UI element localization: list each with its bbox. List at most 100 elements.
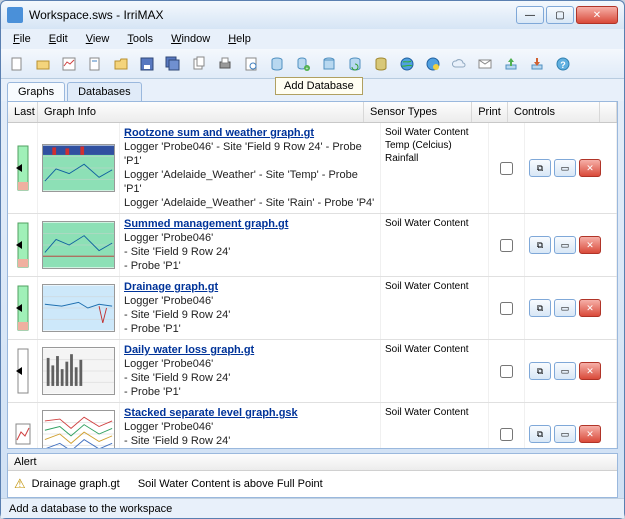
tool-new-folder-icon[interactable]: [31, 52, 55, 76]
graph-info: Drainage graph.gtLogger 'Probe046'- Site…: [120, 277, 381, 339]
graph-info: Daily water loss graph.gtLogger 'Probe04…: [120, 340, 381, 402]
tool-globe2-icon[interactable]: [421, 52, 445, 76]
tool-save-icon[interactable]: [135, 52, 159, 76]
print-checkbox[interactable]: [489, 403, 525, 448]
maximize-button[interactable]: ▭: [554, 236, 576, 254]
warning-icon: ⚠: [14, 476, 26, 492]
grid-body[interactable]: Rootzone sum and weather graph.gtLogger …: [8, 123, 617, 448]
menubar: File Edit View Tools Window Help: [1, 29, 624, 49]
tool-cloud-icon[interactable]: [447, 52, 471, 76]
maximize-button[interactable]: ▭: [554, 159, 576, 177]
tool-new-doc-icon[interactable]: [83, 52, 107, 76]
col-info[interactable]: Graph Info: [38, 102, 364, 122]
alert-message: Soil Water Content is above Full Point: [138, 478, 323, 490]
tab-databases[interactable]: Databases: [67, 82, 142, 101]
sensor-types: Soil Water Content: [381, 403, 489, 448]
tool-db-refresh-icon[interactable]: [343, 52, 367, 76]
print-checkbox[interactable]: [489, 123, 525, 213]
table-row[interactable]: Summed management graph.gtLogger 'Probe0…: [8, 214, 617, 277]
last-indicator: [8, 403, 38, 448]
graph-link[interactable]: Stacked separate level graph.gsk: [124, 407, 298, 419]
row-controls: ⧉▭✕: [525, 403, 617, 448]
alert-body: ⚠ Drainage graph.gt Soil Water Content i…: [8, 471, 617, 497]
tool-new-icon[interactable]: [5, 52, 29, 76]
app-window: Workspace.sws - IrriMAX — ▢ ✕ File Edit …: [0, 0, 625, 519]
maximize-button[interactable]: ▭: [554, 425, 576, 443]
table-row[interactable]: Rootzone sum and weather graph.gtLogger …: [8, 123, 617, 214]
close-button[interactable]: ✕: [576, 6, 618, 24]
minimize-button[interactable]: —: [516, 6, 544, 24]
tool-db-list-icon[interactable]: [317, 52, 341, 76]
graph-info: Rootzone sum and weather graph.gtLogger …: [120, 123, 381, 213]
restore-button[interactable]: ⧉: [529, 362, 551, 380]
delete-button[interactable]: ✕: [579, 362, 601, 380]
delete-button[interactable]: ✕: [579, 159, 601, 177]
print-checkbox[interactable]: [489, 340, 525, 402]
menu-tools[interactable]: Tools: [119, 31, 161, 47]
sensor-types: Soil Water Content: [381, 214, 489, 276]
sensor-types: Soil Water Content: [381, 277, 489, 339]
tool-new-chart-icon[interactable]: [57, 52, 81, 76]
graph-link[interactable]: Summed management graph.gt: [124, 218, 288, 230]
table-row[interactable]: Drainage graph.gtLogger 'Probe046'- Site…: [8, 277, 617, 340]
graph-thumbnail[interactable]: [38, 123, 120, 213]
restore-button[interactable]: ⧉: [529, 159, 551, 177]
menu-help[interactable]: Help: [220, 31, 259, 47]
print-checkbox[interactable]: [489, 277, 525, 339]
tool-preview-icon[interactable]: [239, 52, 263, 76]
row-controls: ⧉▭✕: [525, 214, 617, 276]
restore-button[interactable]: ⧉: [529, 299, 551, 317]
col-scroll-spacer: [600, 102, 617, 122]
sensor-types: Soil Water ContentTemp (Celcius)Rainfall: [381, 123, 489, 213]
menu-window[interactable]: Window: [163, 31, 218, 47]
tool-db-config-icon[interactable]: [369, 52, 393, 76]
tool-db-add-icon[interactable]: +: [291, 52, 315, 76]
graph-link[interactable]: Rootzone sum and weather graph.gt: [124, 127, 314, 139]
tool-help-icon[interactable]: ?: [551, 52, 575, 76]
maximize-button[interactable]: ▢: [546, 6, 574, 24]
svg-text:?: ?: [560, 60, 566, 70]
graph-thumbnail[interactable]: [38, 214, 120, 276]
delete-button[interactable]: ✕: [579, 425, 601, 443]
alert-graph: Drainage graph.gt: [32, 478, 120, 490]
titlebar[interactable]: Workspace.sws - IrriMAX — ▢ ✕: [1, 1, 624, 29]
table-row[interactable]: Stacked separate level graph.gskLogger '…: [8, 403, 617, 448]
graph-link[interactable]: Drainage graph.gt: [124, 281, 218, 293]
graph-thumbnail[interactable]: [38, 403, 120, 448]
delete-button[interactable]: ✕: [579, 299, 601, 317]
last-indicator: [8, 340, 38, 402]
table-row[interactable]: Daily water loss graph.gtLogger 'Probe04…: [8, 340, 617, 403]
maximize-button[interactable]: ▭: [554, 299, 576, 317]
graph-link[interactable]: Daily water loss graph.gt: [124, 344, 254, 356]
col-last[interactable]: Last: [8, 102, 38, 122]
tab-graphs[interactable]: Graphs: [7, 82, 65, 101]
restore-button[interactable]: ⧉: [529, 425, 551, 443]
col-print[interactable]: Print: [472, 102, 508, 122]
restore-button[interactable]: ⧉: [529, 236, 551, 254]
tool-open-icon[interactable]: [109, 52, 133, 76]
tool-db-icon[interactable]: [265, 52, 289, 76]
app-icon: [7, 7, 23, 23]
row-controls: ⧉▭✕: [525, 123, 617, 213]
tool-print-icon[interactable]: [213, 52, 237, 76]
tool-download-icon[interactable]: [525, 52, 549, 76]
graph-thumbnail[interactable]: [38, 277, 120, 339]
window-title: Workspace.sws - IrriMAX: [29, 8, 516, 22]
alert-header: Alert: [8, 454, 617, 471]
tool-copy-icon[interactable]: [187, 52, 211, 76]
menu-view[interactable]: View: [78, 31, 118, 47]
tool-upload-icon[interactable]: [499, 52, 523, 76]
menu-edit[interactable]: Edit: [41, 31, 76, 47]
tool-mail-icon[interactable]: [473, 52, 497, 76]
print-checkbox[interactable]: [489, 214, 525, 276]
toolbar: + ? Add Database: [1, 49, 624, 79]
delete-button[interactable]: ✕: [579, 236, 601, 254]
graph-thumbnail[interactable]: [38, 340, 120, 402]
tool-globe-icon[interactable]: [395, 52, 419, 76]
tool-saveall-icon[interactable]: [161, 52, 185, 76]
maximize-button[interactable]: ▭: [554, 362, 576, 380]
sensor-types: Soil Water Content: [381, 340, 489, 402]
menu-file[interactable]: File: [5, 31, 39, 47]
col-sensor[interactable]: Sensor Types: [364, 102, 472, 122]
col-ctrl[interactable]: Controls: [508, 102, 600, 122]
